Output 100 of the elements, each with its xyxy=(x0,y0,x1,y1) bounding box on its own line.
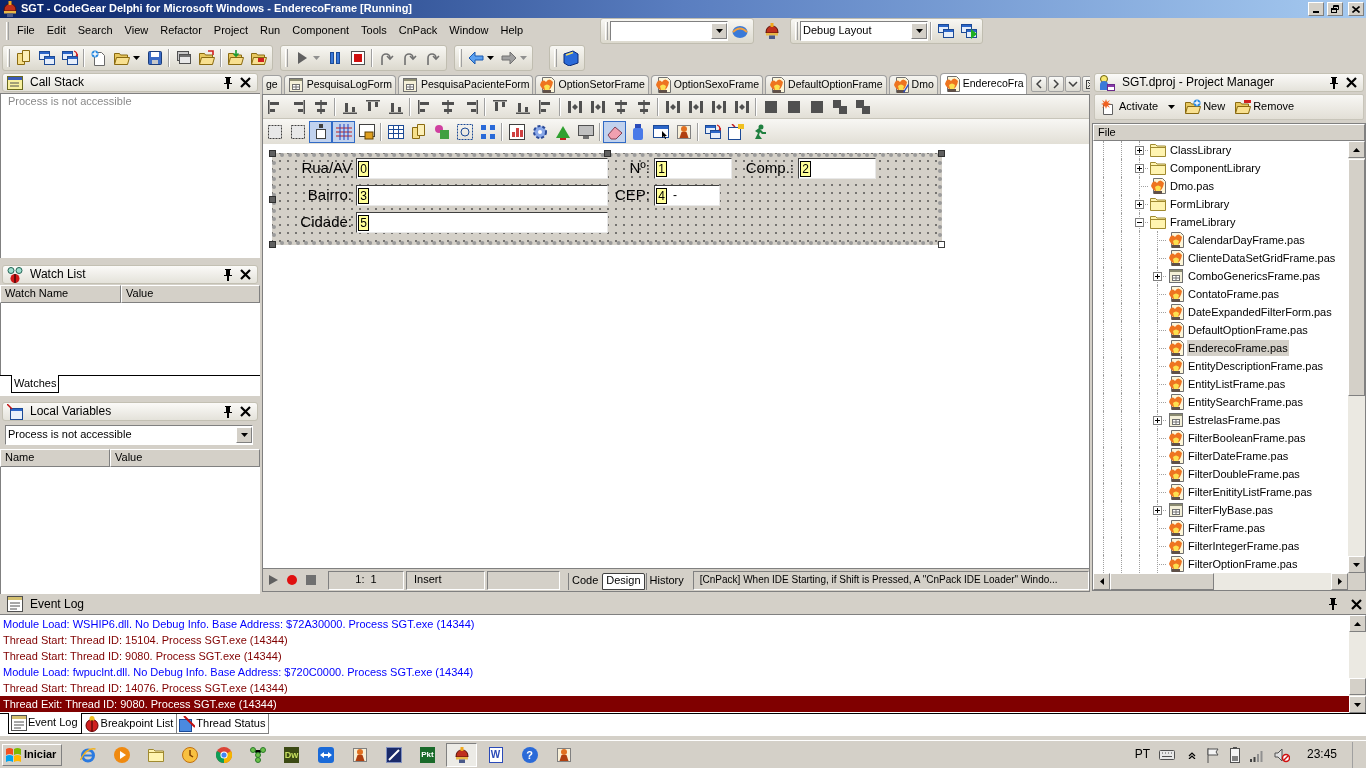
folder-arrow-icon[interactable] xyxy=(227,50,244,66)
minus-box-icon[interactable] xyxy=(1134,217,1144,227)
menu-item[interactable]: Window xyxy=(443,21,495,41)
toggle-button[interactable] xyxy=(603,120,626,143)
tree-item[interactable]: EntityDescriptionFrame.pas xyxy=(1187,358,1325,374)
align-icon[interactable] xyxy=(589,98,606,115)
step-arrow-icon[interactable] xyxy=(424,50,441,66)
battery-icon[interactable] xyxy=(1229,746,1240,763)
step-arrow-icon[interactable] xyxy=(401,50,418,66)
align-icon[interactable] xyxy=(635,98,652,115)
scroll-left-button[interactable] xyxy=(1093,573,1110,590)
start-button[interactable]: Iniciar xyxy=(2,743,62,766)
close-button[interactable] xyxy=(1348,2,1364,16)
editor-tab[interactable]: DefaultOptionFrame xyxy=(765,75,887,94)
taskbar-app-button[interactable] xyxy=(446,742,477,767)
dropdown-button[interactable] xyxy=(911,23,927,39)
pin-icon[interactable] xyxy=(1328,598,1338,610)
align-icon[interactable] xyxy=(566,98,583,115)
column-header[interactable]: Watch Name xyxy=(0,285,121,303)
book-icon[interactable] xyxy=(562,50,579,66)
editor-tab[interactable]: ge xyxy=(262,75,282,94)
overlapping-squares-icon[interactable] xyxy=(854,98,871,115)
windows-play-icon[interactable] xyxy=(960,23,977,39)
panel-tab[interactable]: Thread Status xyxy=(177,714,270,734)
tree-item[interactable]: CalendarDayFrame.pas xyxy=(1187,232,1306,248)
tree-item[interactable]: EstrelasFrame.pas xyxy=(1187,412,1282,428)
menu-item[interactable]: Edit xyxy=(40,21,72,41)
tree-item[interactable]: FilterIntegerFrame.pas xyxy=(1187,538,1301,554)
tree-item[interactable]: FilterDateFrame.pas xyxy=(1187,448,1290,464)
tab-list-button[interactable] xyxy=(1065,76,1082,92)
folder-icon[interactable] xyxy=(113,50,130,66)
minimize-button[interactable] xyxy=(1308,2,1324,16)
tree-item[interactable]: Dmo.pas xyxy=(1169,178,1216,194)
scroll-thumb[interactable] xyxy=(1349,678,1366,695)
column-header[interactable]: Value xyxy=(121,285,260,303)
tree-item[interactable]: EntityListFrame.pas xyxy=(1187,376,1287,392)
left-arrow-icon[interactable] xyxy=(467,50,484,66)
pin-icon[interactable] xyxy=(223,76,233,89)
resize-handle[interactable] xyxy=(604,150,611,157)
toggle-button[interactable] xyxy=(309,120,332,143)
square-icon[interactable] xyxy=(808,98,825,115)
log-line[interactable]: Module Load: fwpuclnt.dll. No Debug Info. Base Address: $720C0000. Process SGT.exe (14344) xyxy=(0,664,1349,680)
tree-item[interactable]: ComponentLibrary xyxy=(1169,160,1262,176)
input-field[interactable]: 3 xyxy=(356,185,608,206)
scroll-down-button[interactable] xyxy=(1349,696,1366,713)
flag-icon[interactable] xyxy=(1204,746,1221,763)
editor-tab[interactable]: EnderecoFra xyxy=(939,73,1028,94)
step-arrow-icon[interactable] xyxy=(378,50,395,66)
close-icon[interactable] xyxy=(1351,598,1362,610)
input-field[interactable]: 4 - xyxy=(654,185,720,206)
editor-tab[interactable]: OptionSetorFrame xyxy=(535,75,649,94)
tree-item[interactable]: FrameLibrary xyxy=(1169,214,1237,230)
toggle-button[interactable] xyxy=(332,120,355,143)
scroll-right-button[interactable] xyxy=(1331,573,1348,590)
right-arrow-icon[interactable] xyxy=(500,50,517,66)
view-tab[interactable]: Code xyxy=(568,572,602,590)
taskbar-app-button[interactable]: Dw xyxy=(276,742,307,767)
close-icon[interactable] xyxy=(1346,77,1357,88)
dropdown-button[interactable] xyxy=(711,23,727,39)
tree-item[interactable]: FormLibrary xyxy=(1169,196,1231,212)
new-page-icon[interactable] xyxy=(90,50,107,66)
tree-item[interactable]: EnderecoFrame.pas xyxy=(1187,340,1289,356)
resize-handle[interactable] xyxy=(269,150,276,157)
menu-item[interactable]: Run xyxy=(254,21,287,41)
menu-item[interactable]: Refactor xyxy=(154,21,208,41)
taskbar-app-button[interactable]: W xyxy=(480,742,511,767)
align-icon[interactable] xyxy=(664,98,681,115)
menu-item[interactable]: Search xyxy=(71,21,119,41)
input-field[interactable]: 2 xyxy=(798,158,876,179)
editor-tab[interactable]: PesquisaPacienteForm xyxy=(397,75,534,94)
tree-item[interactable]: DateExpandedFilterForm.pas xyxy=(1187,304,1333,320)
scroll-thumb[interactable] xyxy=(1110,573,1214,590)
speaker-muted-icon[interactable] xyxy=(1273,746,1290,763)
windows-icon[interactable] xyxy=(937,23,954,39)
menu-item[interactable]: CnPack xyxy=(392,21,444,41)
scroll-up-button[interactable] xyxy=(1349,615,1366,632)
log-line[interactable]: Thread Start: Thread ID: 14076. Process SGT.exe (14344) xyxy=(0,680,1349,696)
folder-arrow-icon[interactable] xyxy=(198,50,215,66)
stop-icon[interactable] xyxy=(349,50,366,66)
pin-icon[interactable] xyxy=(223,405,233,418)
align-icon[interactable] xyxy=(439,98,456,115)
menu-item[interactable]: File xyxy=(11,21,41,41)
align-icon[interactable] xyxy=(612,98,629,115)
panel-tab[interactable]: Watches xyxy=(11,375,60,393)
taskbar-app-button[interactable]: ? xyxy=(514,742,545,767)
tree-item[interactable]: ContatoFrame.pas xyxy=(1187,286,1281,302)
restore-button[interactable] xyxy=(1327,2,1343,16)
dropdown-button[interactable] xyxy=(236,427,252,443)
close-icon[interactable] xyxy=(240,406,251,417)
scroll-down-button[interactable] xyxy=(1348,556,1365,573)
next-tab-button[interactable] xyxy=(1048,76,1065,92)
previous-tab-button[interactable] xyxy=(1031,76,1048,92)
plus-box-icon[interactable] xyxy=(1152,415,1162,425)
panel-tab[interactable]: Event Log xyxy=(8,713,82,734)
language-indicator[interactable]: PT xyxy=(1134,747,1150,762)
vertical-scrollbar[interactable] xyxy=(1349,615,1366,713)
column-header[interactable]: Value xyxy=(110,449,260,467)
scope-combo[interactable]: Process is not accessible xyxy=(5,425,253,445)
tree-item[interactable]: FilterOptionFrame.pas xyxy=(1187,556,1299,572)
scroll-thumb[interactable] xyxy=(1348,159,1365,396)
